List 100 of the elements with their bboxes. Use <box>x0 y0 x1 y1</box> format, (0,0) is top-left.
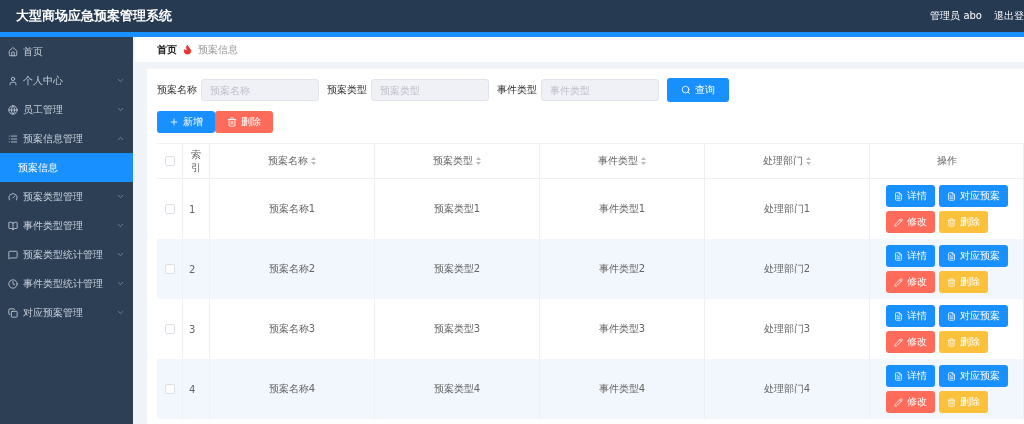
chevron-icon <box>116 192 125 201</box>
checkbox[interactable] <box>164 204 175 214</box>
sort-icon[interactable] <box>476 157 481 165</box>
document-icon <box>893 251 903 261</box>
sidebar-item[interactable]: 预案信息管理 <box>0 124 133 153</box>
edit-button[interactable]: 修改 <box>885 331 935 353</box>
document-icon <box>946 371 956 381</box>
globe-icon <box>8 104 18 115</box>
remove-button[interactable]: 删除 <box>938 331 988 353</box>
chevron-icon <box>116 76 125 85</box>
table-cell: 2 <box>189 263 196 275</box>
trash-icon <box>227 117 237 127</box>
sort-icon[interactable] <box>806 157 811 165</box>
table-cell: 预案名称1 <box>268 202 316 216</box>
edit-button[interactable]: 修改 <box>885 391 935 413</box>
document-icon <box>946 191 956 201</box>
remove-button[interactable]: 删除 <box>938 271 988 293</box>
table-cell: 预案类型1 <box>433 202 481 216</box>
sidebar-item[interactable]: 预案类型管理 <box>0 182 133 211</box>
sidebar-item[interactable]: 个人中心 <box>0 66 133 95</box>
checkbox[interactable] <box>164 384 175 394</box>
chat-icon <box>8 249 18 260</box>
checkbox[interactable] <box>164 264 175 274</box>
sidebar-item[interactable]: 事件类型管理 <box>0 211 133 240</box>
search-icon <box>681 85 691 95</box>
table-cell: 事件类型4 <box>598 382 646 396</box>
pencil-icon <box>893 397 903 407</box>
table-cell: 事件类型2 <box>598 262 646 276</box>
breadcrumb-item: 预案信息 <box>198 42 238 57</box>
table-cell: 预案名称2 <box>268 262 316 276</box>
chevron-icon <box>116 221 125 230</box>
gauge-icon <box>8 191 18 202</box>
add-button[interactable]: 新增 <box>157 111 215 133</box>
column-header: 事件类型 <box>598 154 638 168</box>
sidebar-item[interactable]: 预案类型统计管理 <box>0 240 133 269</box>
clock-icon <box>8 278 18 289</box>
table-cell: 处理部门2 <box>763 262 811 276</box>
table-cell: 预案名称3 <box>268 322 316 336</box>
column-header: 索引 <box>191 148 201 174</box>
table-cell: 3 <box>189 323 196 335</box>
edit-button[interactable]: 修改 <box>885 271 935 293</box>
pencil-icon <box>893 277 903 287</box>
remove-button[interactable]: 删除 <box>938 391 988 413</box>
remove-button[interactable]: 删除 <box>938 211 988 233</box>
breadcrumb-item[interactable]: 首页 <box>157 42 177 57</box>
chevron-icon <box>116 308 125 317</box>
table-cell: 4 <box>189 383 196 395</box>
delete-button[interactable]: 删除 <box>215 111 273 133</box>
sort-icon[interactable] <box>311 157 316 165</box>
column-header: 处理部门 <box>763 154 803 168</box>
pencil-icon <box>893 217 903 227</box>
detail-button[interactable]: 详情 <box>885 365 935 387</box>
home-icon <box>8 46 18 57</box>
sidebar-item[interactable]: 事件类型统计管理 <box>0 269 133 298</box>
detail-button[interactable]: 详情 <box>885 245 935 267</box>
table-cell: 处理部门1 <box>763 202 811 216</box>
document-icon <box>946 311 956 321</box>
book-icon <box>8 220 18 231</box>
chevron-icon <box>116 134 125 143</box>
table-cell: 预案类型4 <box>433 382 481 396</box>
sidebar-subitem[interactable]: 预案信息 <box>0 153 133 182</box>
detail-button[interactable]: 对应预案 <box>938 245 1008 267</box>
trash-icon <box>946 277 956 287</box>
sidebar-item[interactable]: 对应预案管理 <box>0 298 133 327</box>
chevron-icon <box>116 250 125 259</box>
table-cell: 预案类型3 <box>433 322 481 336</box>
trash-icon <box>946 397 956 407</box>
detail-button[interactable]: 对应预案 <box>938 185 1008 207</box>
checkbox[interactable] <box>164 156 175 166</box>
table-cell: 处理部门4 <box>763 382 811 396</box>
copy-icon <box>8 307 18 318</box>
detail-button[interactable]: 对应预案 <box>938 365 1008 387</box>
trash-icon <box>946 337 956 347</box>
filter-label: 预案名称 <box>157 83 197 97</box>
chevron-icon <box>116 105 125 114</box>
plus-icon <box>169 117 179 127</box>
detail-button[interactable]: 详情 <box>885 305 935 327</box>
edit-button[interactable]: 修改 <box>885 211 935 233</box>
user-label: 管理员 abo <box>930 9 982 23</box>
document-icon <box>946 251 956 261</box>
flame-icon <box>182 44 193 55</box>
detail-button[interactable]: 对应预案 <box>938 305 1008 327</box>
checkbox[interactable] <box>164 324 175 334</box>
column-header: 预案类型 <box>433 154 473 168</box>
filter-label: 事件类型 <box>497 83 537 97</box>
sort-icon[interactable] <box>641 157 646 165</box>
table-cell: 1 <box>189 203 196 215</box>
table-cell: 预案名称4 <box>268 382 316 396</box>
table-cell: 预案类型2 <box>433 262 481 276</box>
logout-link[interactable]: 退出登 <box>994 9 1024 23</box>
table-cell: 事件类型1 <box>598 202 646 216</box>
detail-button[interactable]: 详情 <box>885 185 935 207</box>
search-button[interactable]: 查询 <box>667 78 729 102</box>
column-header: 预案名称 <box>268 154 308 168</box>
user-icon <box>8 75 18 86</box>
sidebar-item[interactable]: 员工管理 <box>0 95 133 124</box>
filter-label: 预案类型 <box>327 83 367 97</box>
table-cell: 处理部门3 <box>763 322 811 336</box>
sidebar-item[interactable]: 首页 <box>0 37 133 66</box>
document-icon <box>893 191 903 201</box>
